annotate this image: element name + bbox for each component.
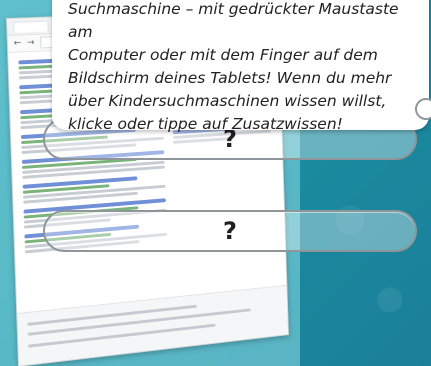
back-arrow-icon: ← <box>13 38 22 49</box>
instruction-line-5: klicke oder tippe auf Zusatzwissen! <box>68 115 343 133</box>
question-mark-label: ? <box>223 217 237 245</box>
circle-icon[interactable] <box>415 98 431 120</box>
instruction-line-4: über Kindersuchmaschinen wissen willst, <box>68 92 387 110</box>
forward-arrow-icon: → <box>26 37 35 49</box>
instruction-line-1: Suchmaschine – mit gedrückter Maustaste … <box>68 0 399 41</box>
question-drop-zone-2[interactable]: ? <box>43 210 417 252</box>
instruction-tooltip: Suchmaschine – mit gedrückter Maustaste … <box>52 0 431 133</box>
instruction-line-2: Computer oder mit dem Finger auf dem <box>68 46 378 64</box>
browser-tab <box>13 19 49 33</box>
instruction-line-3: Bildschirm deines Tablets! Wenn du mehr <box>68 69 392 87</box>
